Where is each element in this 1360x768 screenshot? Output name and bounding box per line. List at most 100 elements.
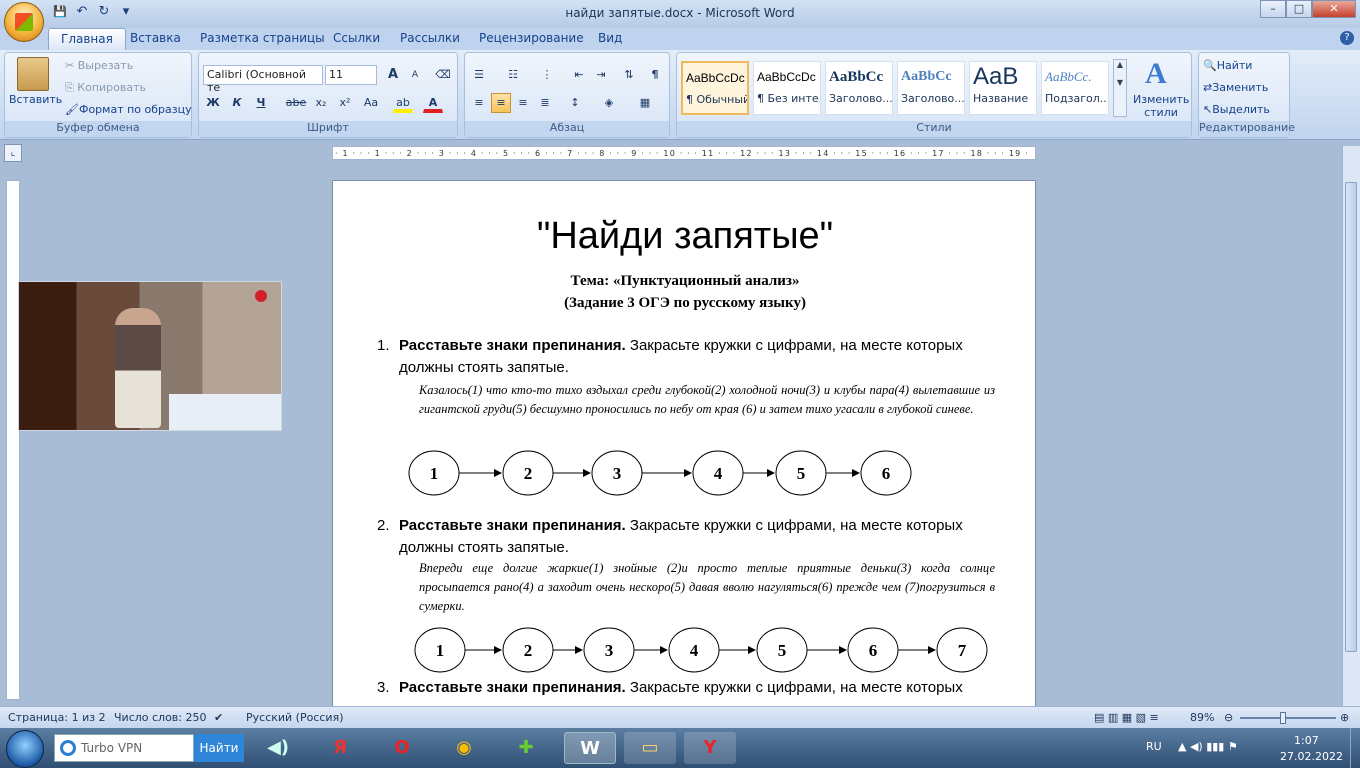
explorer-icon[interactable]: ▭ bbox=[624, 732, 676, 764]
start-button[interactable] bbox=[6, 730, 44, 768]
grow-font-button[interactable]: A bbox=[383, 65, 403, 85]
style-normal[interactable]: AaBbCcDc ¶ Обычный bbox=[681, 61, 749, 115]
strikethrough-button[interactable]: abe bbox=[283, 93, 309, 113]
circle-number: 4 bbox=[714, 464, 723, 483]
tab-view[interactable]: Вид bbox=[598, 31, 622, 45]
tab-selector[interactable]: ⌞ bbox=[4, 144, 22, 162]
style-title[interactable]: AaB Название bbox=[969, 61, 1037, 115]
chrome-icon[interactable]: ◉ bbox=[444, 732, 484, 764]
font-color-icon[interactable]: A bbox=[423, 93, 443, 113]
window-title: найди запятые.docx - Microsoft Word bbox=[565, 6, 795, 20]
clock-date[interactable]: 27.02.2022 bbox=[1280, 750, 1343, 763]
vertical-ruler[interactable] bbox=[6, 180, 20, 700]
tab-mailings[interactable]: Рассылки bbox=[400, 31, 460, 45]
change-case-button[interactable]: Aa bbox=[359, 93, 383, 113]
underline-button[interactable]: Ч bbox=[251, 93, 271, 113]
numbering-icon[interactable]: ☷ bbox=[503, 65, 523, 85]
format-painter-button[interactable]: Формат по образцу bbox=[79, 103, 192, 116]
minimize-button[interactable]: – bbox=[1260, 0, 1286, 18]
shading-icon[interactable]: ◈ bbox=[599, 93, 619, 113]
styles-group: AaBbCcDc¶ Обычный AaBbCcDc¶ Без инте... … bbox=[676, 52, 1192, 138]
multilevel-list-icon[interactable]: ⋮ bbox=[537, 65, 557, 85]
shrink-font-button[interactable]: A bbox=[405, 65, 425, 85]
task-2-circles[interactable]: 1 2 3 4 5 6 7 bbox=[414, 627, 988, 673]
zoom-level[interactable]: 89% bbox=[1190, 711, 1214, 724]
help-icon[interactable]: ? bbox=[1340, 31, 1354, 45]
zoom-in-icon[interactable]: ⊕ bbox=[1340, 711, 1349, 724]
bullets-icon[interactable]: ☰ bbox=[469, 65, 489, 85]
view-buttons-icon[interactable]: ▤ ▥ ▦ ▧ ≡ bbox=[1094, 711, 1159, 724]
bold-button[interactable]: Ж bbox=[203, 93, 223, 113]
decrease-indent-icon[interactable]: ⇤ bbox=[569, 65, 589, 85]
find-button[interactable]: Найти bbox=[1217, 59, 1253, 72]
paste-button[interactable]: Вставить bbox=[9, 93, 62, 106]
sort-icon[interactable]: ⇅ bbox=[619, 65, 639, 85]
clear-format-icon[interactable]: ⌫ bbox=[433, 65, 453, 85]
document-page[interactable]: "Найди запятые" Тема: «Пунктуационный ан… bbox=[332, 180, 1036, 720]
tray-icons[interactable]: ▲ ◀) ▮▮▮ ⚑ bbox=[1178, 740, 1238, 753]
show-marks-button[interactable]: ¶ bbox=[645, 65, 665, 85]
align-left-icon[interactable]: ≡ bbox=[469, 93, 489, 113]
tab-review[interactable]: Рецензирование bbox=[479, 31, 584, 45]
change-styles-button[interactable]: Изменить стили bbox=[1133, 93, 1189, 119]
style-heading-1[interactable]: AaBbCc Заголово... bbox=[825, 61, 893, 115]
video-overlay[interactable] bbox=[18, 281, 282, 431]
green-plus-app-icon[interactable]: ✚ bbox=[506, 732, 546, 764]
language-status[interactable]: Русский (Россия) bbox=[246, 711, 344, 724]
styles-scroll[interactable]: ▲ ▼ bbox=[1113, 59, 1127, 117]
show-desktop-button[interactable] bbox=[1350, 728, 1360, 768]
tab-home[interactable]: Главная bbox=[48, 28, 126, 50]
paste-icon[interactable] bbox=[17, 57, 49, 91]
horizontal-ruler[interactable]: · 1 · ⸱ · 1 · ⸱ · 2 · ⸱ · 3 · ⸱ · 4 · ⸱ … bbox=[332, 146, 1036, 160]
justify-icon[interactable]: ≣ bbox=[535, 93, 555, 113]
style-no-spacing[interactable]: AaBbCcDc¶ Без инте... bbox=[753, 61, 821, 115]
font-name-select[interactable]: Calibri (Основной те bbox=[203, 65, 323, 94]
clipboard-group: Вставить ✂ Вырезать ⎘ Копировать 🖌Формат… bbox=[4, 52, 192, 138]
word-count[interactable]: Число слов: 250 bbox=[114, 711, 207, 724]
zoom-slider[interactable] bbox=[1240, 717, 1336, 719]
tab-page-layout[interactable]: Разметка страницы bbox=[200, 31, 325, 45]
superscript-button[interactable]: x² bbox=[335, 93, 355, 113]
maximize-button[interactable]: □ bbox=[1286, 0, 1312, 18]
select-button[interactable]: Выделить bbox=[1212, 103, 1270, 116]
italic-button[interactable]: К bbox=[227, 93, 247, 113]
replace-button[interactable]: Заменить bbox=[1212, 81, 1268, 94]
close-button[interactable]: ✕ bbox=[1312, 0, 1356, 18]
yandex-browser-icon[interactable]: Я bbox=[320, 732, 360, 764]
style-heading-2[interactable]: AaBbCc Заголово... bbox=[897, 61, 965, 115]
cut-icon: ✂ bbox=[65, 59, 78, 72]
yandex-icon[interactable]: Y bbox=[684, 732, 736, 764]
taskbar-search-button[interactable]: Найти bbox=[194, 734, 244, 762]
line-spacing-icon[interactable]: ↕ bbox=[565, 93, 585, 113]
copy-button[interactable]: Копировать bbox=[77, 81, 146, 94]
circle-number: 7 bbox=[958, 641, 967, 660]
zoom-out-icon[interactable]: ⊖ bbox=[1224, 711, 1233, 724]
align-right-icon[interactable]: ≡ bbox=[513, 93, 533, 113]
speaker-app-icon[interactable]: ◀) bbox=[258, 732, 298, 764]
clock-time[interactable]: 1:07 bbox=[1294, 734, 1319, 747]
circle-number: 6 bbox=[869, 641, 878, 660]
subscript-button[interactable]: x₂ bbox=[311, 93, 331, 113]
font-label: Шрифт bbox=[199, 121, 457, 137]
task-1-circles[interactable]: 1 2 3 4 5 6 bbox=[408, 450, 912, 496]
opera-icon[interactable]: O bbox=[382, 732, 422, 764]
tab-references[interactable]: Ссылки bbox=[333, 31, 380, 45]
page-count[interactable]: Страница: 1 из 2 bbox=[8, 711, 106, 724]
scroll-thumb[interactable] bbox=[1345, 182, 1357, 652]
align-center-icon[interactable]: ≡ bbox=[491, 93, 511, 113]
borders-icon[interactable]: ▦ bbox=[635, 93, 655, 113]
zoom-slider-thumb[interactable] bbox=[1280, 712, 1286, 724]
proofing-icon[interactable]: ✔ bbox=[214, 711, 223, 724]
style-subtitle[interactable]: AaBbCc. Подзагол... bbox=[1041, 61, 1109, 115]
increase-indent-icon[interactable]: ⇥ bbox=[591, 65, 611, 85]
highlight-icon[interactable]: ab bbox=[393, 93, 413, 113]
binoculars-icon: 🔍 bbox=[1203, 59, 1217, 72]
font-size-select[interactable]: 11 bbox=[325, 65, 377, 85]
office-button[interactable] bbox=[4, 2, 44, 42]
input-language[interactable]: RU bbox=[1146, 740, 1162, 753]
paragraph-label: Абзац bbox=[465, 121, 669, 137]
cut-button[interactable]: Вырезать bbox=[78, 59, 133, 72]
select-icon: ↖ bbox=[1203, 103, 1213, 116]
tab-insert[interactable]: Вставка bbox=[130, 31, 181, 45]
word-taskbar-icon[interactable]: W bbox=[564, 732, 616, 764]
